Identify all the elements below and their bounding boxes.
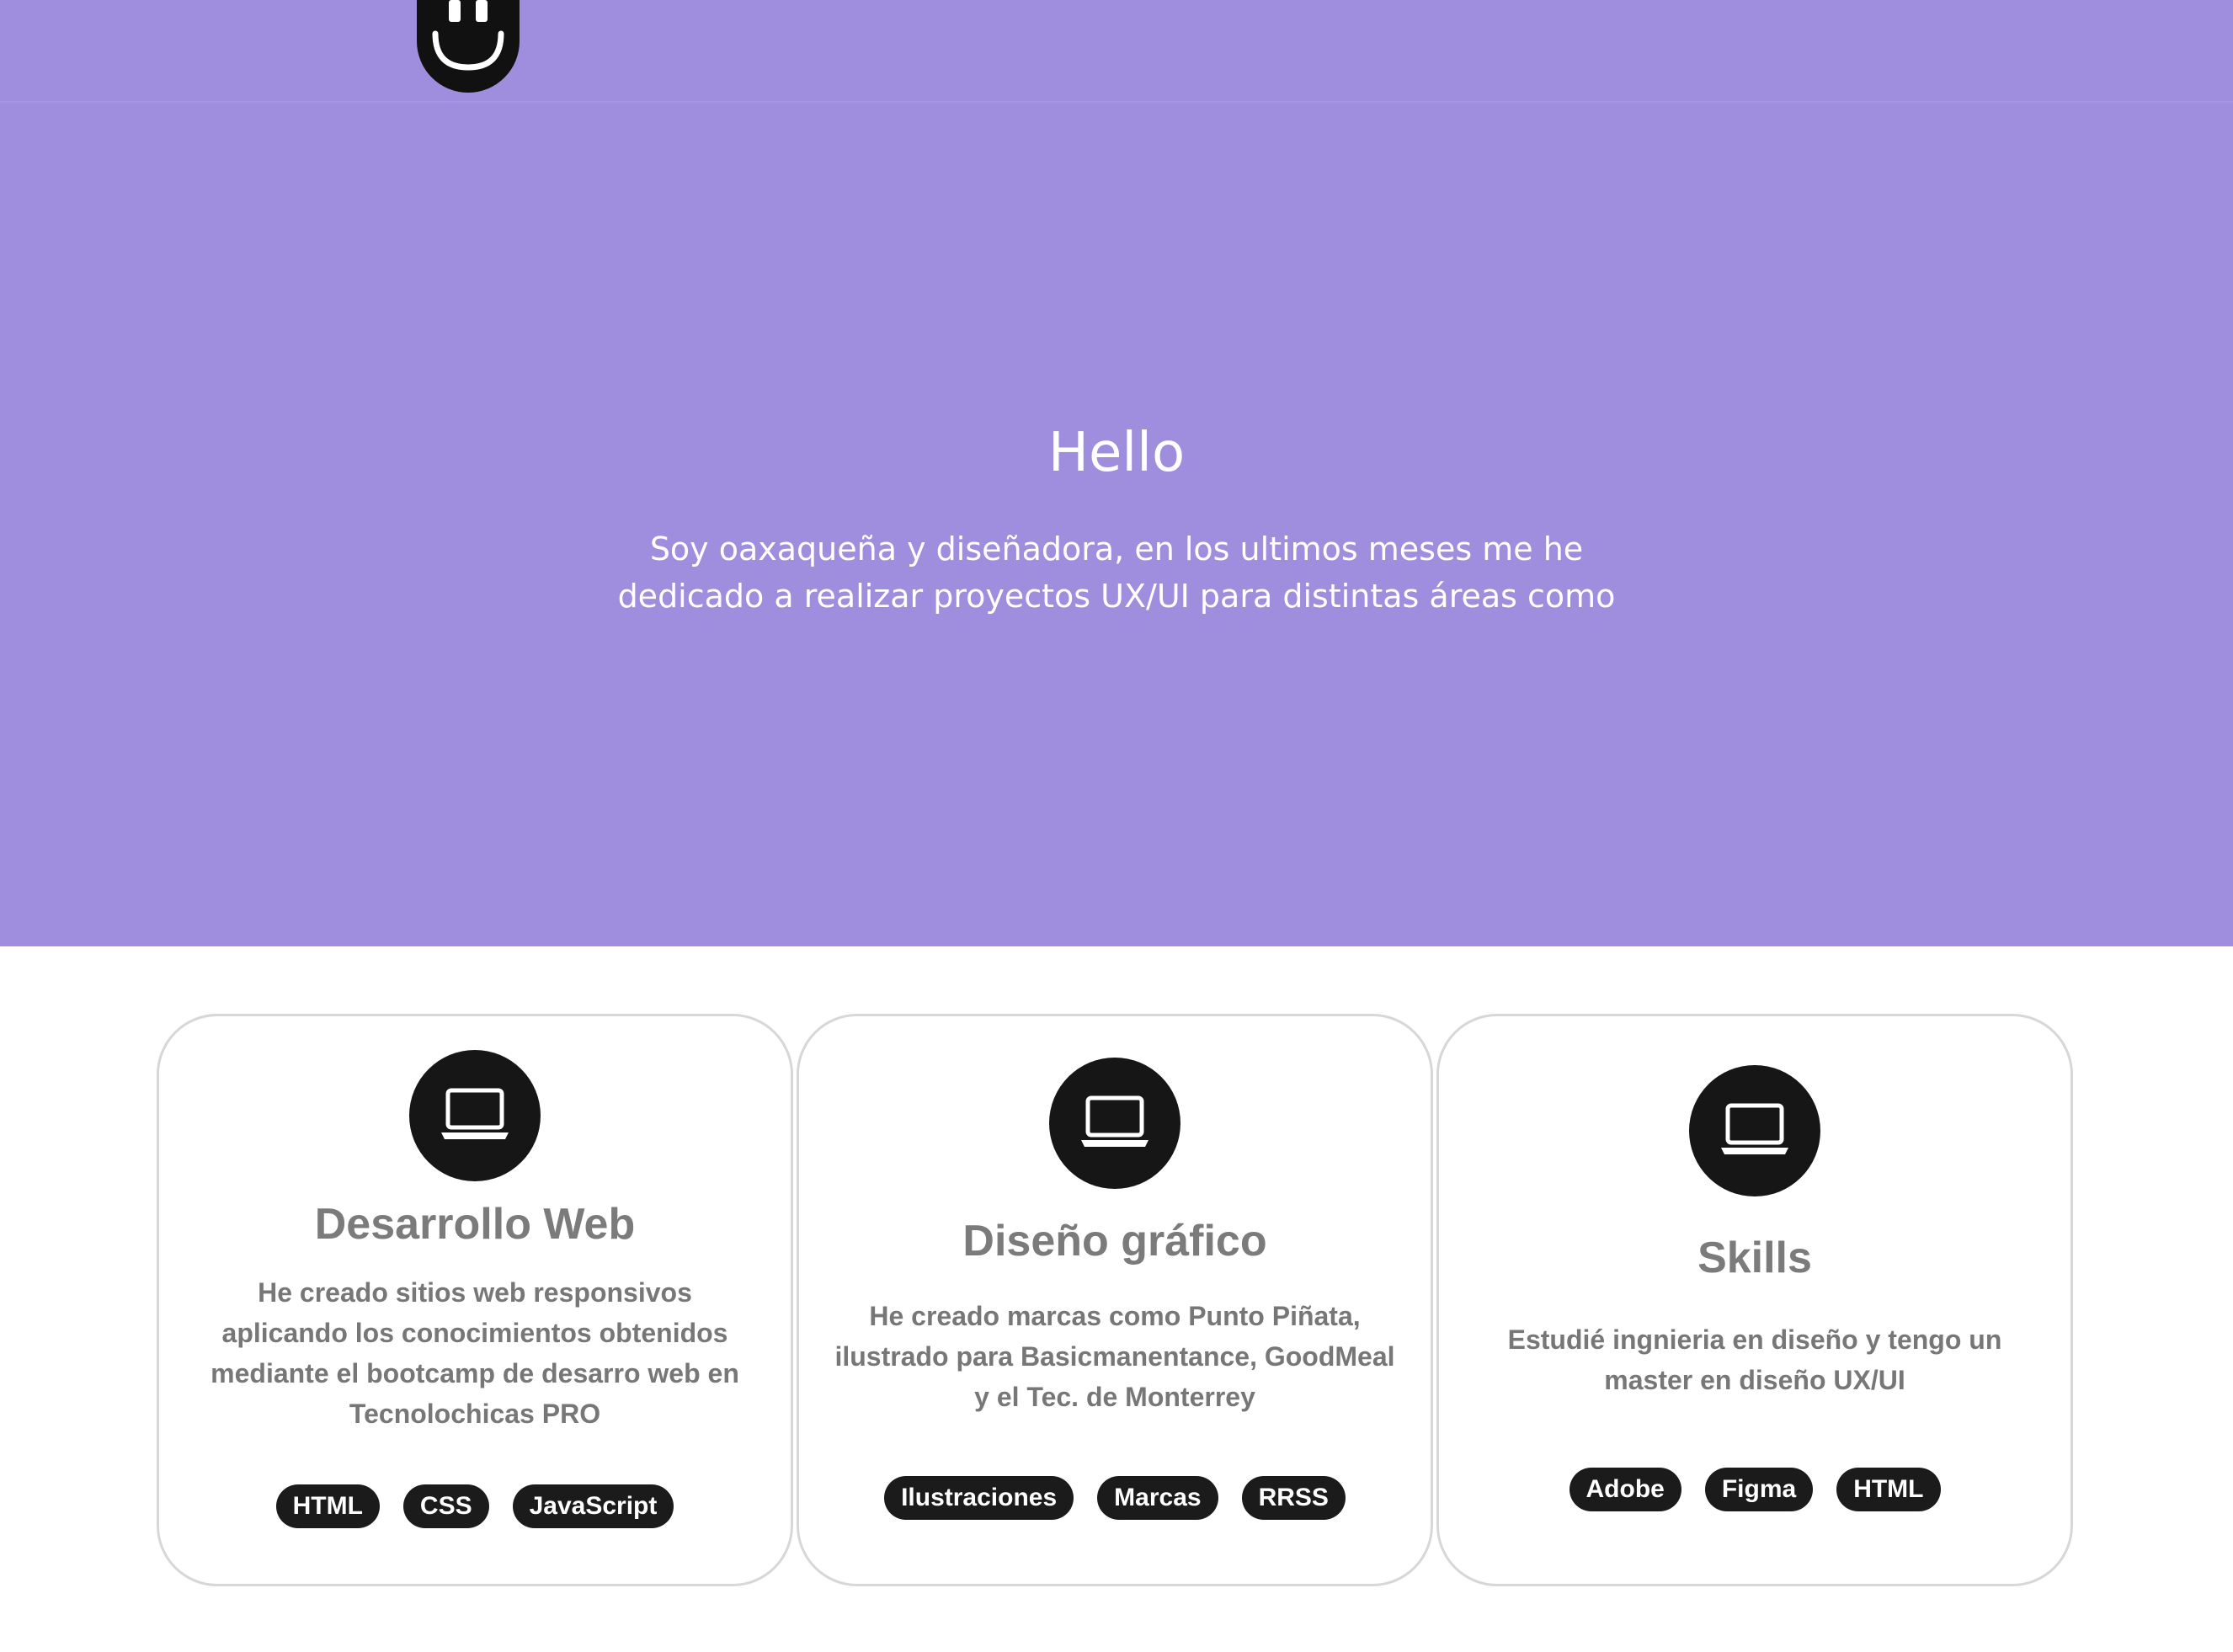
tag-badge: Figma — [1704, 1468, 1814, 1511]
tag-badge: JavaScript — [512, 1484, 674, 1528]
card-description: He creado marcas como Punto Piñata, ilus… — [834, 1301, 1395, 1412]
laptop-icon — [1689, 1065, 1820, 1196]
tag-badge: Ilustraciones — [884, 1476, 1074, 1520]
laptop-icon — [1049, 1058, 1180, 1189]
hero-title: Hello — [1047, 422, 1186, 484]
header-bar — [0, 0, 2233, 103]
card-title: Desarrollo Web — [314, 1200, 636, 1249]
tag-badge: Adobe — [1569, 1468, 1681, 1511]
laptop-icon — [409, 1050, 541, 1181]
tag-list: Ilustraciones Marcas RRSS — [799, 1476, 1431, 1520]
card-description: He creado sitios web responsivos aplican… — [211, 1277, 739, 1429]
tag-badge: HTML — [275, 1484, 380, 1528]
tag-badge: CSS — [402, 1484, 489, 1528]
tag-badge: Marcas — [1097, 1476, 1218, 1520]
card-desarrollo-web: Desarrollo Web He creado sitios web resp… — [157, 1014, 793, 1586]
tag-badge: RRSS — [1241, 1476, 1346, 1520]
hero-description: Soy oaxaqueña y diseñadora, en los ultim… — [617, 530, 1616, 615]
tag-badge: HTML — [1836, 1468, 1941, 1511]
tag-list: HTML CSS JavaScript — [159, 1484, 791, 1528]
home-logo-link[interactable] — [417, 0, 520, 93]
card-title: Skills — [1697, 1234, 1812, 1282]
card-skills: Skills Estudié ingnieria en diseño y ten… — [1436, 1014, 2073, 1586]
card-diseno-grafico: Diseño gráfico He creado marcas como Pun… — [797, 1014, 1433, 1586]
card-title: Diseño gráfico — [962, 1217, 1267, 1266]
tag-list: Adobe Figma HTML — [1439, 1468, 2070, 1511]
card-description: Estudié ingnieria en diseño y tengo un m… — [1507, 1324, 2002, 1395]
smiley-logo-icon — [432, 0, 504, 71]
hero-section: Hello Soy oaxaqueña y diseñadora, en los… — [0, 103, 2233, 946]
